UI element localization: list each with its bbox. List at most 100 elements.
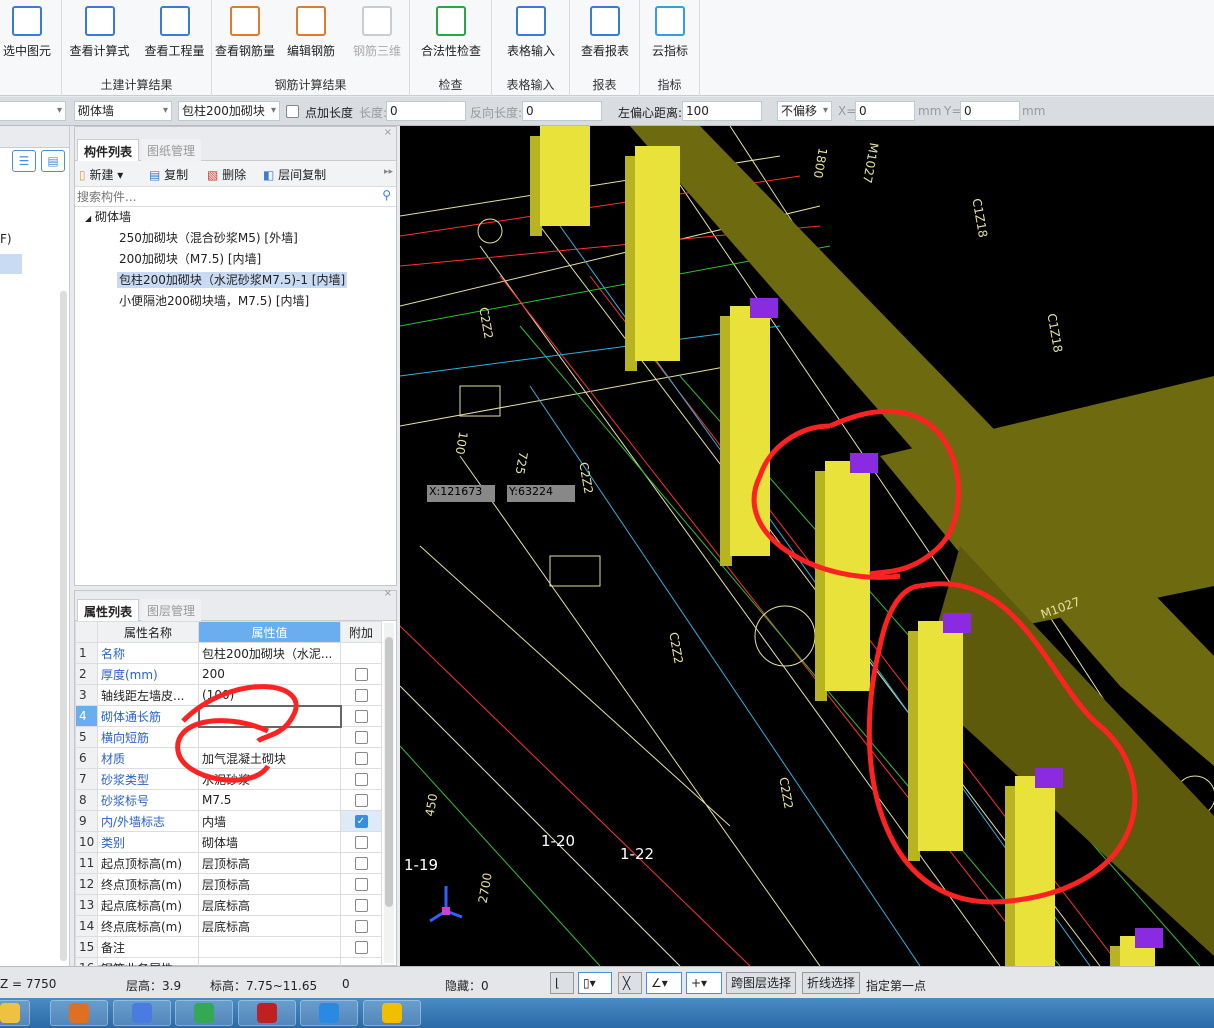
row-number: 15 — [75, 936, 98, 958]
ribbon-button[interactable]: 表格输入 — [492, 6, 570, 59]
offset-mode-select[interactable]: 不偏移 — [777, 101, 832, 121]
feishu-icon[interactable] — [112, 1000, 171, 1026]
nav-item[interactable]: F) — [0, 232, 12, 246]
attach-checkbox[interactable] — [354, 920, 368, 933]
property-value[interactable]: M7.5 — [198, 789, 341, 811]
ribbon-button[interactable]: 合法性检查 — [410, 6, 492, 59]
length-input[interactable]: 0 — [386, 101, 466, 121]
property-row[interactable]: 10 类别 砌体墙 — [75, 831, 382, 853]
search-icon[interactable]: ⚲ — [382, 188, 391, 202]
floor-select[interactable] — [0, 101, 66, 121]
close-icon[interactable]: × — [384, 127, 392, 138]
tab-drawing-management[interactable]: 图纸管理 — [141, 139, 202, 161]
property-value[interactable]: 内墙 — [198, 810, 341, 832]
cad-3d-viewport[interactable]: X:121673 Y:63224 1-19 1-20 1-22 C2Z2 C2Z… — [400, 126, 1214, 966]
attach-checkbox[interactable] — [354, 710, 368, 723]
column[interactable] — [730, 306, 770, 556]
property-value[interactable]: 层底标高 — [198, 915, 341, 937]
property-value[interactable]: 层顶标高 — [198, 852, 341, 874]
tree-category[interactable]: ◢ 砌体墙 — [75, 207, 396, 228]
more-icon[interactable]: ▸▸ — [384, 167, 393, 177]
property-value[interactable] — [198, 936, 341, 958]
attach-checkbox[interactable] — [354, 878, 368, 891]
property-row[interactable]: 8 砂浆标号 M7.5 — [75, 789, 382, 811]
x-input[interactable]: 0 — [855, 101, 915, 121]
type-select[interactable]: 砌体墙 — [74, 101, 172, 121]
close-icon[interactable]: × — [384, 588, 392, 599]
copy-button[interactable]: ▤ 复制 — [149, 166, 188, 183]
delete-button[interactable]: ▧ 删除 — [207, 166, 246, 183]
ribbon-button[interactable]: 钢筋三维 — [344, 6, 410, 59]
component-list-item[interactable]: 包柱200加砌块（水泥砂浆M7.5)-1 [内墙] — [75, 270, 396, 291]
app-t-icon[interactable] — [300, 1000, 358, 1026]
polyline-select-button[interactable]: 折线选择 — [802, 972, 861, 994]
attach-checkbox[interactable] — [354, 731, 368, 744]
attach-checkbox[interactable] — [354, 794, 368, 807]
panel-view-icon[interactable]: ▤ — [41, 150, 65, 172]
property-row[interactable]: 13 起点底标高(m) 层底标高 — [75, 894, 382, 916]
property-row[interactable]: 11 起点顶标高(m) 层顶标高 — [75, 852, 382, 874]
attach-checkbox[interactable] — [354, 857, 368, 870]
column[interactable] — [1015, 776, 1055, 966]
dimension-icon[interactable]: +▾ — [686, 972, 722, 994]
new-button[interactable]: ▯ 新建 ▾ — [79, 166, 123, 183]
tab-property-list[interactable]: 属性列表 — [77, 599, 140, 621]
component-list-item[interactable]: 200加砌块（M7.5) [内墙] — [75, 249, 396, 270]
ribbon-button[interactable]: 编辑钢筋 — [278, 6, 344, 59]
column[interactable] — [918, 621, 963, 851]
media-player-icon[interactable] — [50, 1000, 108, 1026]
component-select[interactable]: 包柱200加砌块 — [178, 101, 280, 121]
ribbon-button[interactable]: 云指标 — [640, 6, 700, 59]
autocad-icon[interactable] — [237, 1000, 296, 1026]
column[interactable] — [635, 146, 680, 361]
collapse-icon[interactable]: ◢ — [85, 214, 91, 223]
property-name: 内/外墙标志 — [97, 810, 199, 832]
list-view-icon[interactable]: ☰ — [12, 150, 36, 172]
property-row[interactable]: 1 名称 包柱200加砌块（水泥... — [75, 642, 382, 664]
point-length-checkbox[interactable] — [286, 105, 299, 118]
column[interactable] — [540, 126, 590, 226]
ortho-icon[interactable]: ⌊ — [550, 972, 574, 994]
navigation-panel: ☰ ▤ F) — [0, 126, 70, 966]
nav-scrollbar[interactable] — [60, 291, 67, 961]
property-value[interactable]: 层底标高 — [198, 894, 341, 916]
snap-icon[interactable]: ▯▾ — [578, 972, 612, 994]
search-input[interactable] — [75, 187, 375, 206]
property-value[interactable]: 包柱200加砌块（水泥... — [198, 642, 341, 664]
ribbon-button[interactable]: 查看计算式 — [62, 6, 137, 59]
floor-copy-button[interactable]: ◧ 层间复制 — [263, 166, 326, 183]
component-list-item[interactable]: 250加砌块（混合砂浆M5) [外墙] — [75, 228, 396, 249]
property-row[interactable]: 15 备注 — [75, 936, 382, 958]
ribbon-button[interactable]: 查看钢筋量 — [212, 6, 278, 59]
attach-checkbox[interactable] — [354, 773, 368, 786]
property-value[interactable]: 砌体墙 — [198, 831, 341, 853]
nav-item-selected[interactable] — [0, 254, 22, 274]
attach-checkbox[interactable] — [354, 941, 368, 954]
chrome-icon[interactable] — [175, 1000, 233, 1026]
property-row[interactable]: 14 终点底标高(m) 层底标高 — [75, 915, 382, 937]
property-value[interactable]: 层顶标高 — [198, 873, 341, 895]
reverse-length-input[interactable]: 0 — [522, 101, 602, 121]
attach-checkbox[interactable] — [354, 899, 368, 912]
ribbon-button[interactable]: 选中图元 — [0, 6, 62, 59]
tab-component-list[interactable]: 构件列表 — [77, 139, 140, 161]
y-input[interactable]: 0 — [960, 101, 1020, 121]
app-music-icon[interactable] — [362, 1000, 421, 1026]
offset-input[interactable]: 100 — [682, 101, 762, 121]
ribbon-button[interactable]: 查看工程量 — [137, 6, 212, 59]
attach-checkbox[interactable] — [354, 836, 368, 849]
attach-checkbox[interactable] — [354, 752, 368, 765]
attach-checkbox[interactable]: ✓ — [354, 815, 368, 828]
cross-icon[interactable]: ╳ — [618, 972, 642, 994]
explorer-icon[interactable] — [0, 1000, 30, 1026]
attach-checkbox[interactable] — [354, 668, 368, 681]
tab-layer-management[interactable]: 图层管理 — [141, 599, 202, 621]
property-scrollbar[interactable] — [384, 623, 394, 963]
angle-icon[interactable]: ∠▾ — [646, 972, 682, 994]
property-row[interactable]: 9 内/外墙标志 内墙 ✓ — [75, 810, 382, 832]
ribbon-button[interactable]: 查看报表 — [570, 6, 640, 59]
component-list-item[interactable]: 小便隔池200砌块墙，M7.5) [内墙] — [75, 291, 396, 312]
property-row[interactable]: 12 终点顶标高(m) 层顶标高 — [75, 873, 382, 895]
cross-layer-select-button[interactable]: 跨图层选择 — [726, 972, 797, 994]
attach-checkbox[interactable] — [354, 689, 368, 702]
